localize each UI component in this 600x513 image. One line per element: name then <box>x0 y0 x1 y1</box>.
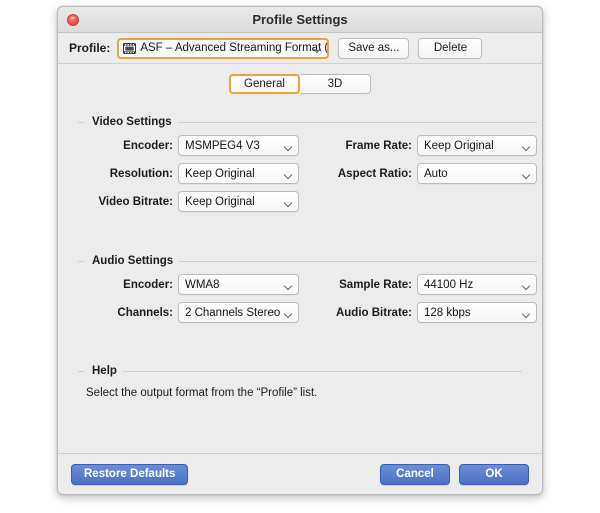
audio-settings-title: Audio Settings <box>92 255 174 267</box>
resolution-dropdown[interactable]: Keep Original <box>178 163 299 184</box>
help-header: Help <box>78 364 522 378</box>
channels-value: 2 Channels Stereo <box>185 306 281 319</box>
video-row-1: Encoder: MSMPEG4 V3 Frame Rate: Keep Ori… <box>78 135 537 156</box>
chevron-down-icon <box>285 283 292 287</box>
video-settings-group: Video Settings Encoder: MSMPEG4 V3 Frame… <box>78 115 537 219</box>
chevron-down-icon <box>523 311 530 315</box>
video-settings-header: Video Settings <box>78 115 537 129</box>
group-rule-right <box>122 370 522 372</box>
channels-field: Channels: 2 Channels Stereo <box>78 302 299 323</box>
audio-bitrate-value: 128 kbps <box>424 306 471 319</box>
group-rule-right <box>179 260 537 262</box>
profile-dropdown[interactable]: ASF – Advanced Streaming Format (*.asf) <box>117 37 330 59</box>
help-text: Select the output format from the “Profi… <box>86 387 318 399</box>
delete-button[interactable]: Delete <box>418 37 483 59</box>
video-encoder-label: Encoder: <box>123 139 173 152</box>
aspect-ratio-label: Aspect Ratio: <box>337 167 412 180</box>
video-row-3: Video Bitrate: Keep Original <box>78 191 537 212</box>
restore-defaults-button[interactable]: Restore Defaults <box>71 463 189 485</box>
audio-settings-rows: Encoder: WMA8 Sample Rate: 44100 Hz Chan… <box>78 274 537 323</box>
save-as-button[interactable]: Save as... <box>338 37 410 59</box>
audio-row-1: Encoder: WMA8 Sample Rate: 44100 Hz <box>78 274 537 295</box>
sample-rate-dropdown[interactable]: 44100 Hz <box>417 274 537 295</box>
settings-content: Video Settings Encoder: MSMPEG4 V3 Frame… <box>58 98 542 453</box>
audio-encoder-value: WMA8 <box>185 278 220 291</box>
profile-settings-dialog: Profile Settings Profile: ASF – Advanced… <box>57 6 543 495</box>
video-encoder-dropdown[interactable]: MSMPEG4 V3 <box>178 135 299 156</box>
film-strip-icon <box>123 42 137 55</box>
audio-encoder-dropdown[interactable]: WMA8 <box>178 274 299 295</box>
chevron-down-icon <box>285 311 292 315</box>
video-settings-title: Video Settings <box>92 116 172 128</box>
aspect-ratio-dropdown[interactable]: Auto <box>417 163 537 184</box>
tab-general[interactable]: General <box>229 74 300 94</box>
audio-row-2: Channels: 2 Channels Stereo Audio Bitrat… <box>78 302 537 323</box>
chevron-down-icon <box>285 144 292 148</box>
aspect-ratio-field: Aspect Ratio: Auto <box>322 163 537 184</box>
chevron-down-icon <box>523 144 530 148</box>
profile-label: Profile: <box>69 41 111 55</box>
chevron-down-icon <box>523 283 530 287</box>
video-settings-rows: Encoder: MSMPEG4 V3 Frame Rate: Keep Ori… <box>78 135 537 212</box>
ok-button[interactable]: OK <box>459 463 529 485</box>
sample-rate-field: Sample Rate: 44100 Hz <box>322 274 537 295</box>
video-bitrate-value: Keep Original <box>185 195 255 208</box>
frame-rate-label: Frame Rate: <box>345 139 412 152</box>
audio-settings-header: Audio Settings <box>78 254 537 268</box>
window-title: Profile Settings <box>252 12 348 27</box>
video-bitrate-dropdown[interactable]: Keep Original <box>178 191 299 212</box>
resolution-value: Keep Original <box>185 167 255 180</box>
profile-selected-value: ASF – Advanced Streaming Format (*.asf) <box>140 42 329 54</box>
video-encoder-field: Encoder: MSMPEG4 V3 <box>78 135 299 156</box>
sample-rate-label: Sample Rate: <box>339 278 412 291</box>
help-title: Help <box>92 365 117 377</box>
tab-3d[interactable]: 3D <box>300 74 371 94</box>
cancel-button[interactable]: Cancel <box>380 463 450 485</box>
channels-dropdown[interactable]: 2 Channels Stereo <box>178 302 299 323</box>
aspect-ratio-value: Auto <box>424 167 448 180</box>
video-row-2: Resolution: Keep Original Aspect Ratio: … <box>78 163 537 184</box>
audio-settings-group: Audio Settings Encoder: WMA8 Sample Rate… <box>78 254 537 330</box>
video-bitrate-field: Video Bitrate: Keep Original <box>78 191 299 212</box>
audio-encoder-field: Encoder: WMA8 <box>78 274 299 295</box>
video-encoder-value: MSMPEG4 V3 <box>185 139 260 152</box>
tab-bar: General 3D <box>58 64 542 98</box>
audio-bitrate-label: Audio Bitrate: <box>335 306 412 319</box>
chevron-down-icon <box>523 172 530 176</box>
dialog-footer: Restore Defaults Cancel OK <box>58 453 542 494</box>
audio-bitrate-field: Audio Bitrate: 128 kbps <box>322 302 537 323</box>
audio-bitrate-dropdown[interactable]: 128 kbps <box>417 302 537 323</box>
frame-rate-dropdown[interactable]: Keep Original <box>417 135 537 156</box>
frame-rate-value: Keep Original <box>424 139 494 152</box>
audio-encoder-label: Encoder: <box>123 278 173 291</box>
frame-rate-field: Frame Rate: Keep Original <box>322 135 537 156</box>
resolution-field: Resolution: Keep Original <box>78 163 299 184</box>
chevron-down-icon <box>285 172 292 176</box>
video-bitrate-label: Video Bitrate: <box>98 195 173 208</box>
help-group: Help Select the output format from the “… <box>78 364 522 399</box>
sample-rate-value: 44100 Hz <box>424 278 474 291</box>
title-bar: Profile Settings <box>58 7 542 33</box>
group-rule-right <box>177 121 537 123</box>
chevron-down-icon <box>285 200 292 204</box>
channels-label: Channels: <box>117 306 173 319</box>
resolution-label: Resolution: <box>109 167 173 180</box>
profile-bar: Profile: ASF – Advanced Streaming Format… <box>58 33 542 64</box>
